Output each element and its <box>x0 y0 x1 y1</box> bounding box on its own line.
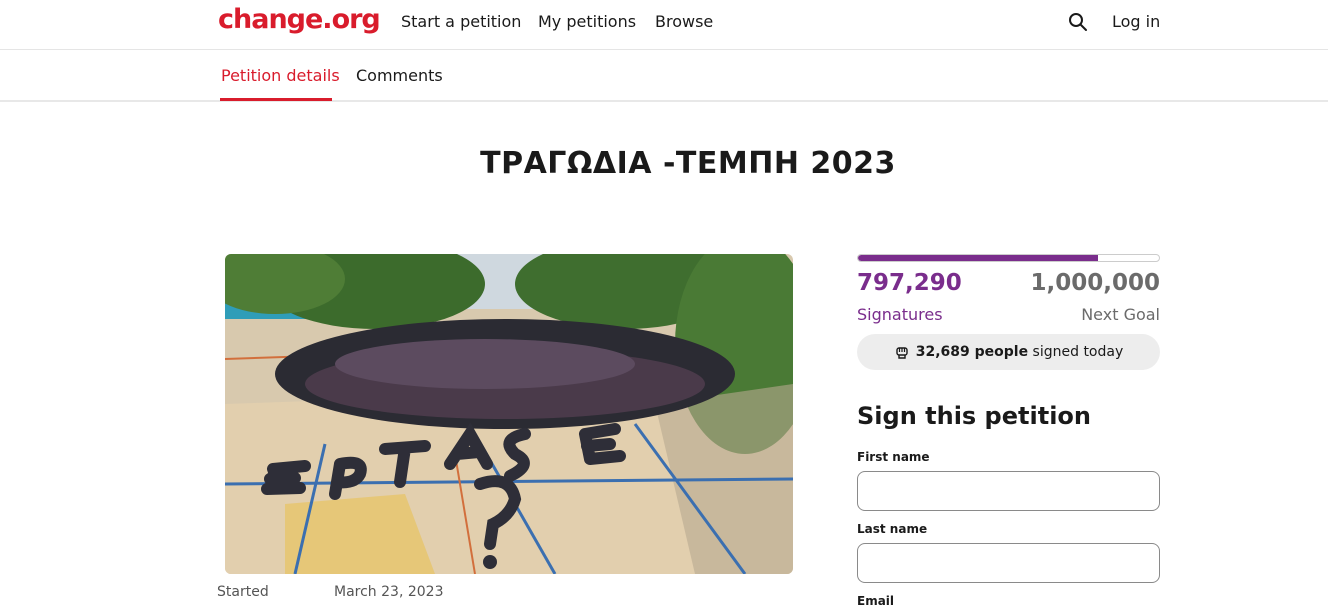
sign-petition-heading: Sign this petition <box>857 402 1091 430</box>
signatures-label: Signatures <box>857 305 943 324</box>
search-icon[interactable] <box>1068 12 1088 32</box>
raised-fist-icon <box>896 347 908 359</box>
nav-browse[interactable]: Browse <box>655 12 713 31</box>
next-goal-label: Next Goal <box>1081 305 1160 324</box>
signed-today-badge: 32,689 people signed today <box>857 334 1160 370</box>
first-name-label: First name <box>857 450 930 464</box>
signature-progress-fill <box>858 255 1098 261</box>
first-name-input[interactable] <box>857 471 1160 511</box>
nav-start-petition[interactable]: Start a petition <box>401 12 521 31</box>
signature-count: 797,290 <box>857 270 962 296</box>
petition-title: ΤΡΑΓΩΔΙΑ -ΤΕΜΠΗ 2023 <box>480 146 896 181</box>
signed-today-text: signed today <box>1032 344 1124 360</box>
signed-today-count: 32,689 people <box>915 344 1029 360</box>
email-label: Email <box>857 594 895 608</box>
top-navigation: change.org Start a petition My petitions… <box>0 0 1328 50</box>
petition-photo <box>225 254 793 574</box>
goal-count: 1,000,000 <box>1030 270 1161 296</box>
change-org-logo[interactable]: change.org <box>218 4 381 35</box>
last-name-input[interactable] <box>857 543 1160 583</box>
tab-comments[interactable]: Comments <box>356 66 443 85</box>
login-link[interactable]: Log in <box>1112 12 1160 31</box>
nav-my-petitions[interactable]: My petitions <box>538 12 636 31</box>
started-label: Started <box>217 584 269 600</box>
started-date: March 23, 2023 <box>334 584 444 600</box>
last-name-label: Last name <box>857 522 928 536</box>
active-tab-indicator <box>220 98 332 101</box>
petition-tabs: Petition details Comments <box>0 51 1328 102</box>
signature-progress-bar <box>857 254 1160 262</box>
tab-petition-details[interactable]: Petition details <box>221 66 340 85</box>
